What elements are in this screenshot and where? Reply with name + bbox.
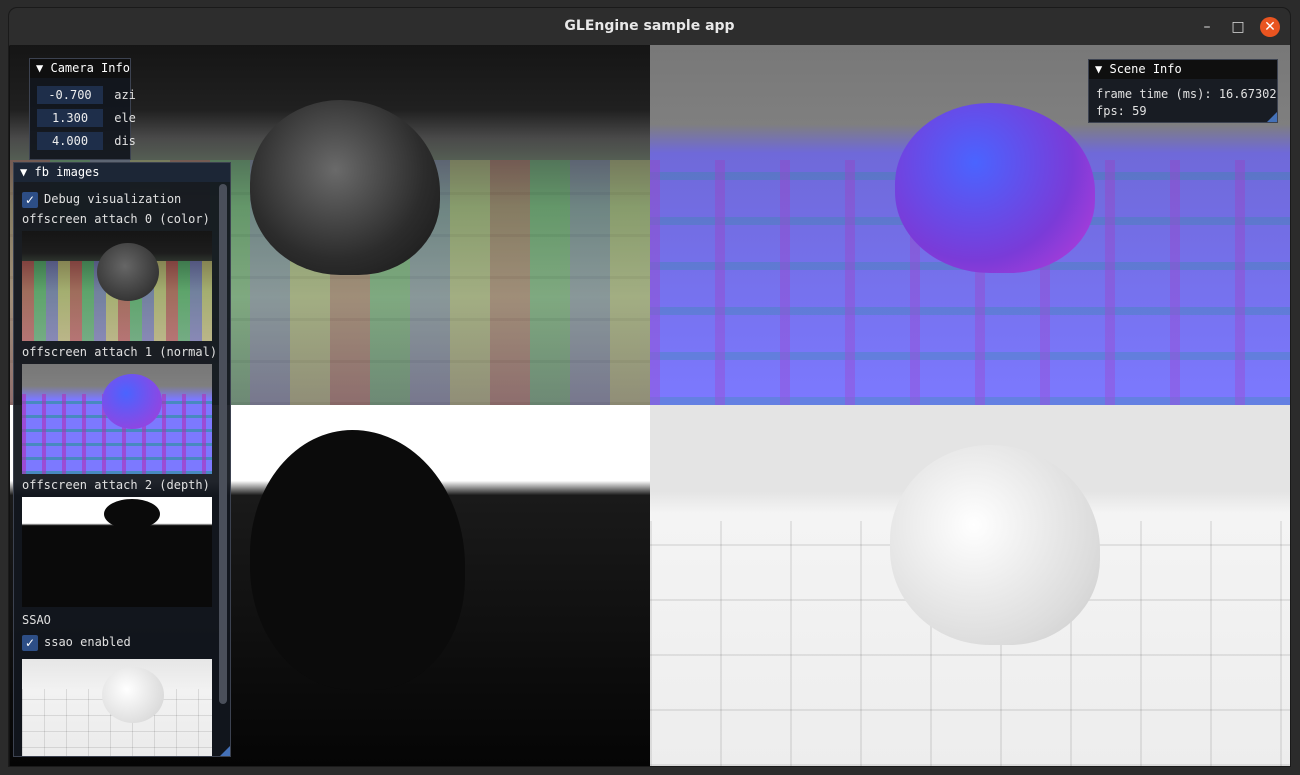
helmet-model xyxy=(102,667,164,723)
ssao-thumbnail xyxy=(22,659,212,756)
camera-field-dis[interactable]: 4.000 dis xyxy=(37,132,136,150)
attach1-label: offscreen attach 1 (normal) xyxy=(22,345,218,359)
helmet-model xyxy=(97,243,159,301)
window-title: GLEngine sample app xyxy=(564,18,735,34)
minimize-icon[interactable]: – xyxy=(1197,17,1217,37)
attach2-thumbnail xyxy=(22,497,212,607)
helmet-model xyxy=(890,445,1100,645)
ele-label: ele xyxy=(114,111,136,125)
dis-label: dis xyxy=(114,134,136,148)
dis-input[interactable]: 4.000 xyxy=(37,132,103,150)
debug-visualization-checkbox[interactable]: ✓ Debug visualization xyxy=(22,190,181,208)
resize-grip-icon[interactable] xyxy=(220,746,230,756)
fb-images-title: fb images xyxy=(34,165,100,179)
debug-visualization-label: Debug visualization xyxy=(44,192,182,206)
panel-scrollbar[interactable] xyxy=(219,184,227,704)
check-icon[interactable]: ✓ xyxy=(22,191,38,208)
helmet-model xyxy=(102,374,162,429)
fps-text: fps: 59 xyxy=(1096,104,1147,118)
frame-time-text: frame time (ms): 16.673023 xyxy=(1096,87,1278,101)
attach0-thumbnail xyxy=(22,231,212,341)
attach1-thumbnail xyxy=(22,364,212,474)
maximize-icon[interactable]: □ xyxy=(1228,17,1248,37)
collapse-arrow-icon[interactable]: ▼ xyxy=(1095,62,1102,76)
camera-field-azi[interactable]: -0.700 azi xyxy=(37,86,136,104)
camera-info-panel[interactable]: ▼ Camera Info -0.700 azi 1.300 ele 4.000… xyxy=(29,58,136,160)
attach0-label: offscreen attach 0 (color) xyxy=(22,212,210,226)
fb-images-panel[interactable]: ▼ fb images ✓ Debug visualization offscre… xyxy=(13,162,231,757)
scene-info-panel[interactable]: ▼ Scene Info frame time (ms): 16.673023 … xyxy=(1088,59,1278,123)
camera-info-title: Camera Info xyxy=(50,61,130,75)
scene-info-header[interactable]: ▼ Scene Info xyxy=(1089,60,1277,79)
azi-label: azi xyxy=(114,88,136,102)
azi-input[interactable]: -0.700 xyxy=(37,86,103,104)
collapse-arrow-icon[interactable]: ▼ xyxy=(20,165,27,179)
camera-field-ele[interactable]: 1.300 ele xyxy=(37,109,136,127)
scene-info-title: Scene Info xyxy=(1109,62,1182,76)
camera-info-header[interactable]: ▼ Camera Info xyxy=(30,59,130,78)
viewport-ssao[interactable] xyxy=(650,405,1290,766)
resize-grip-icon[interactable] xyxy=(1267,112,1277,122)
ele-input[interactable]: 1.300 xyxy=(37,109,103,127)
close-icon[interactable]: ✕ xyxy=(1260,17,1280,37)
helmet-model xyxy=(895,103,1095,273)
ssao-enabled-checkbox[interactable]: ✓ ssao enabled xyxy=(22,633,131,651)
ssao-enabled-label: ssao enabled xyxy=(44,635,131,649)
ssao-header: SSAO xyxy=(22,613,51,627)
title-bar[interactable]: GLEngine sample app – □ ✕ xyxy=(9,8,1290,46)
collapse-arrow-icon[interactable]: ▼ xyxy=(36,61,43,75)
attach2-label: offscreen attach 2 (depth) xyxy=(22,478,210,492)
fb-images-header[interactable]: ▼ fb images xyxy=(14,163,230,182)
helmet-silhouette xyxy=(250,430,465,690)
helmet-silhouette xyxy=(104,499,160,529)
app-window: GLEngine sample app – □ ✕ ▼ Camera Info … xyxy=(9,8,1290,766)
check-icon[interactable]: ✓ xyxy=(22,634,38,651)
helmet-model xyxy=(250,100,440,275)
